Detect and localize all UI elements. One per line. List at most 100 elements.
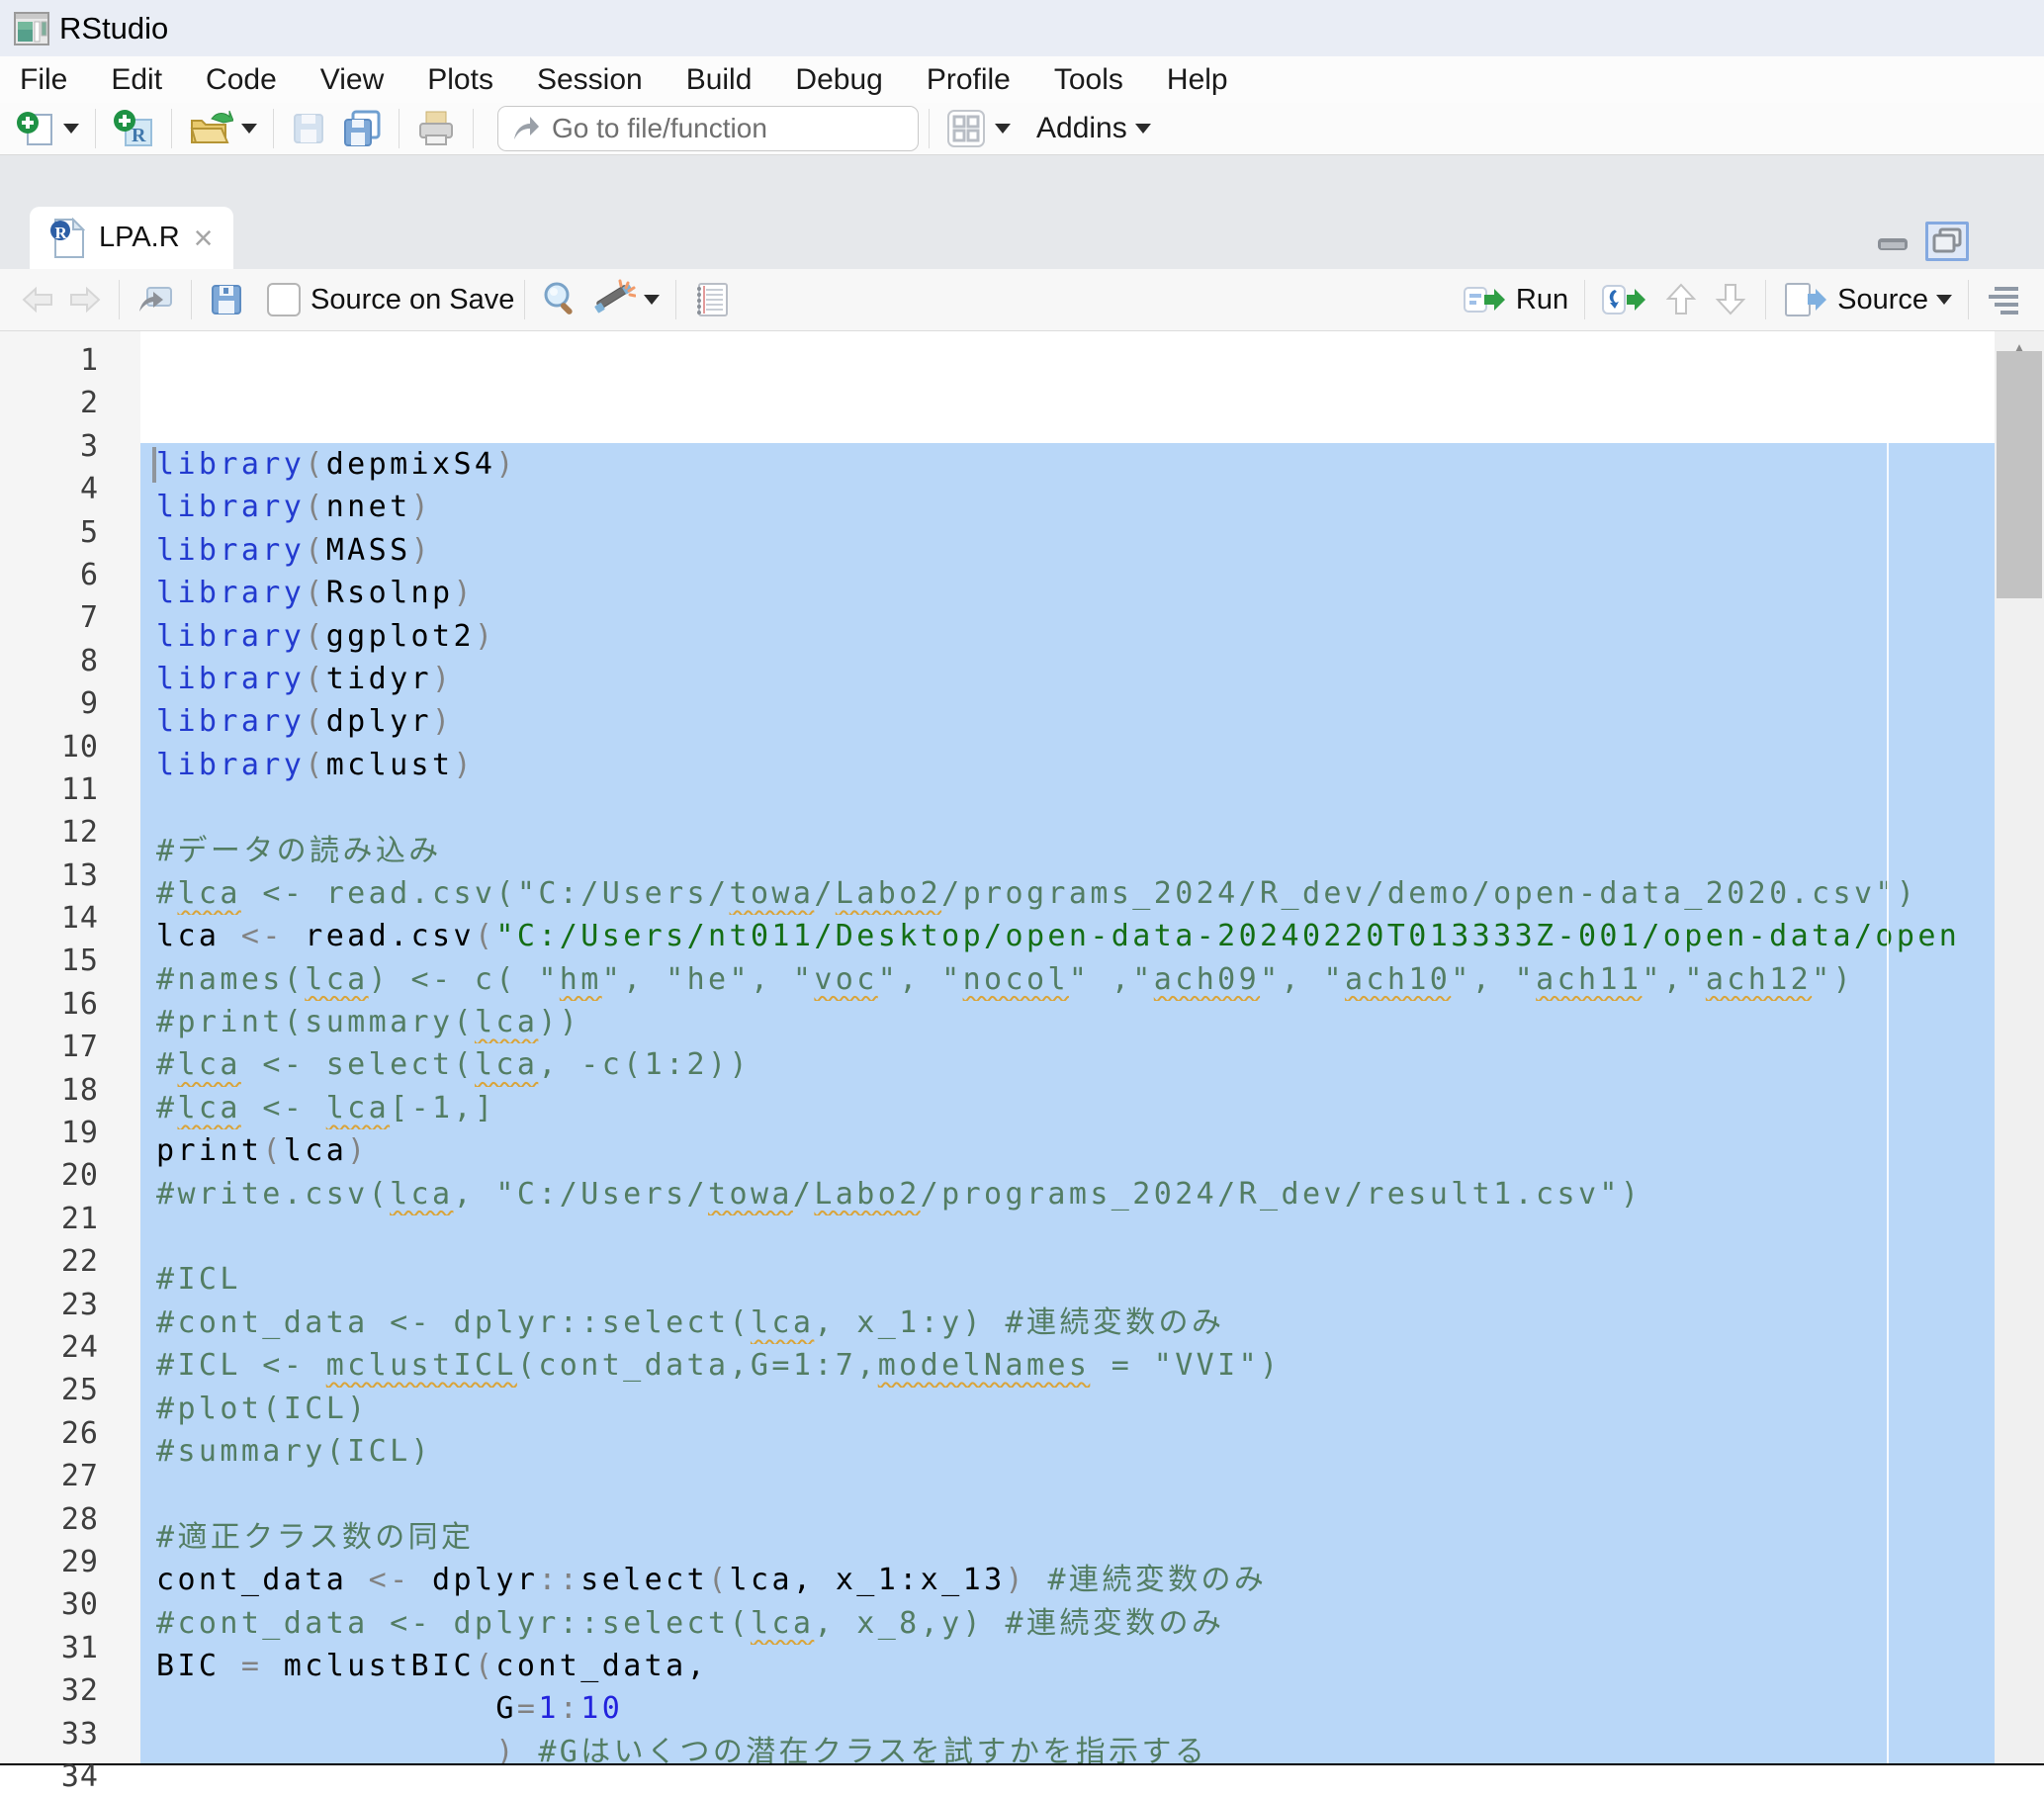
menu-tools[interactable]: Tools bbox=[1032, 63, 1145, 97]
open-in-new-window-button[interactable] bbox=[130, 280, 181, 319]
menu-edit[interactable]: Edit bbox=[89, 63, 184, 97]
code-line[interactable]: #cont_data <- dplyr::select(lca, x_1:y) … bbox=[140, 1302, 1995, 1344]
menu-debug[interactable]: Debug bbox=[773, 63, 904, 97]
run-next-button[interactable] bbox=[1706, 279, 1755, 320]
code-line[interactable]: #write.csv(lca, "C:/Users/towa/Labo2/pro… bbox=[140, 1173, 1995, 1215]
code-line[interactable]: ) #Gはいくつの潜在クラスを試すかを指示する bbox=[140, 1731, 1995, 1763]
code-line[interactable]: #summary(ICL) bbox=[140, 1430, 1995, 1473]
code-line[interactable]: #lca <- select(lca, -c(1:2)) bbox=[140, 1043, 1995, 1086]
line-number: 28 bbox=[0, 1498, 140, 1541]
tab-lpa-r[interactable]: R LPA.R × bbox=[30, 207, 233, 269]
back-button[interactable] bbox=[14, 281, 61, 318]
run-previous-button[interactable] bbox=[1656, 279, 1706, 320]
code-line[interactable]: library(nnet) bbox=[140, 486, 1995, 528]
code-line[interactable]: #lca <- read.csv("C:/Users/towa/Labo2/pr… bbox=[140, 872, 1995, 915]
code-line[interactable]: cont_data <- dplyr::select(lca, x_1:x_13… bbox=[140, 1559, 1995, 1601]
panes-grid-icon bbox=[945, 108, 987, 149]
code-line[interactable]: lca <- read.csv("C:/Users/nt011/Desktop/… bbox=[140, 915, 1995, 957]
run-button[interactable]: Run bbox=[1457, 280, 1574, 319]
save-all-button[interactable] bbox=[333, 106, 389, 151]
document-outline-button[interactable] bbox=[1979, 281, 2030, 318]
print-button[interactable] bbox=[409, 106, 463, 151]
r-file-icon: R bbox=[49, 218, 85, 259]
line-number: 6 bbox=[0, 554, 140, 596]
compile-notebook-button[interactable] bbox=[686, 278, 738, 321]
goto-file-box[interactable] bbox=[497, 106, 919, 151]
workspace-panes-button[interactable] bbox=[939, 106, 1017, 151]
title-bar: RStudio bbox=[0, 0, 2044, 56]
code-line[interactable]: #plot(ICL) bbox=[140, 1388, 1995, 1430]
panes-caret-icon bbox=[995, 124, 1011, 134]
code-line[interactable]: print(lca) bbox=[140, 1129, 1995, 1172]
line-number: 14 bbox=[0, 897, 140, 940]
open-file-button[interactable] bbox=[182, 107, 263, 150]
code-line[interactable]: library(mclust) bbox=[140, 744, 1995, 786]
code-line[interactable]: #lca <- lca[-1,] bbox=[140, 1087, 1995, 1129]
new-project-button[interactable]: R bbox=[106, 106, 161, 151]
menu-build[interactable]: Build bbox=[665, 63, 774, 97]
menu-session[interactable]: Session bbox=[515, 63, 665, 97]
new-file-button[interactable] bbox=[10, 107, 85, 150]
code-line[interactable]: library(Rsolnp) bbox=[140, 572, 1995, 614]
menu-code[interactable]: Code bbox=[184, 63, 299, 97]
source-button[interactable]: Source bbox=[1776, 279, 1958, 320]
minimize-pane-icon[interactable] bbox=[1874, 226, 1911, 256]
svg-text:R: R bbox=[55, 224, 68, 242]
maximize-pane-icon[interactable] bbox=[1925, 222, 1969, 261]
line-number: 11 bbox=[0, 768, 140, 811]
code-lines[interactable]: library(depmixS4)library(nnet)library(MA… bbox=[140, 331, 1995, 1763]
code-line[interactable]: #cont_data <- dplyr::select(lca, x_8,y) … bbox=[140, 1602, 1995, 1645]
rerun-button[interactable] bbox=[1595, 280, 1656, 319]
line-number: 18 bbox=[0, 1069, 140, 1112]
code-line[interactable]: #適正クラス数の同定 bbox=[140, 1516, 1995, 1559]
source-on-save-label: Source on Save bbox=[311, 284, 514, 316]
code-line[interactable] bbox=[140, 786, 1995, 829]
menu-profile[interactable]: Profile bbox=[905, 63, 1032, 97]
line-number: 9 bbox=[0, 682, 140, 725]
line-number: 7 bbox=[0, 596, 140, 639]
editor-save-button[interactable] bbox=[202, 279, 251, 320]
code-line[interactable]: library(ggplot2) bbox=[140, 615, 1995, 658]
menu-view[interactable]: View bbox=[299, 63, 405, 97]
tab-close-icon[interactable]: × bbox=[194, 222, 214, 255]
menu-bar: File Edit Code View Plots Session Build … bbox=[0, 56, 2044, 103]
line-number: 25 bbox=[0, 1369, 140, 1411]
source-on-save-checkbox[interactable] bbox=[267, 283, 301, 316]
addins-button[interactable]: Addins bbox=[1017, 110, 1157, 147]
code-tools-caret-icon bbox=[644, 295, 660, 305]
code-line[interactable] bbox=[140, 1473, 1995, 1515]
code-line[interactable]: #データの読み込み bbox=[140, 830, 1995, 872]
code-line[interactable]: library(depmixS4) bbox=[140, 443, 1995, 486]
code-line[interactable]: BIC = mclustBIC(cont_data, bbox=[140, 1645, 1995, 1687]
code-line[interactable] bbox=[140, 1215, 1995, 1258]
vertical-scrollbar[interactable]: ▲ bbox=[1995, 331, 2044, 1763]
code-line[interactable]: library(tidyr) bbox=[140, 658, 1995, 700]
line-number: 23 bbox=[0, 1284, 140, 1326]
code-line[interactable]: library(dplyr) bbox=[140, 700, 1995, 743]
code-line[interactable]: #print(summary(lca)) bbox=[140, 1001, 1995, 1043]
goto-file-input[interactable] bbox=[550, 112, 870, 145]
forward-button[interactable] bbox=[61, 281, 109, 318]
menu-help[interactable]: Help bbox=[1145, 63, 1250, 97]
save-button[interactable] bbox=[284, 108, 333, 149]
line-number: 34 bbox=[0, 1755, 140, 1798]
find-replace-button[interactable] bbox=[535, 278, 586, 321]
line-number: 15 bbox=[0, 940, 140, 982]
menu-file[interactable]: File bbox=[0, 63, 89, 97]
line-number: 17 bbox=[0, 1026, 140, 1068]
line-number: 20 bbox=[0, 1154, 140, 1197]
code-tools-button[interactable] bbox=[586, 277, 666, 322]
addins-label: Addins bbox=[1036, 112, 1127, 145]
code-line[interactable]: #names(lca) <- c( "hm", "he", "voc", "no… bbox=[140, 958, 1995, 1001]
menu-plots[interactable]: Plots bbox=[405, 63, 515, 97]
open-folder-icon bbox=[188, 109, 233, 148]
scrollbar-thumb[interactable] bbox=[1997, 351, 2042, 598]
code-line[interactable]: #ICL bbox=[140, 1258, 1995, 1301]
code-line[interactable]: #ICL <- mclustICL(cont_data,G=1:7,modelN… bbox=[140, 1344, 1995, 1387]
code-line[interactable]: G=1:10 bbox=[140, 1687, 1995, 1730]
notebook-icon bbox=[692, 280, 732, 319]
line-number: 33 bbox=[0, 1713, 140, 1755]
line-number: 24 bbox=[0, 1326, 140, 1369]
line-number: 12 bbox=[0, 811, 140, 854]
code-line[interactable]: library(MASS) bbox=[140, 529, 1995, 572]
